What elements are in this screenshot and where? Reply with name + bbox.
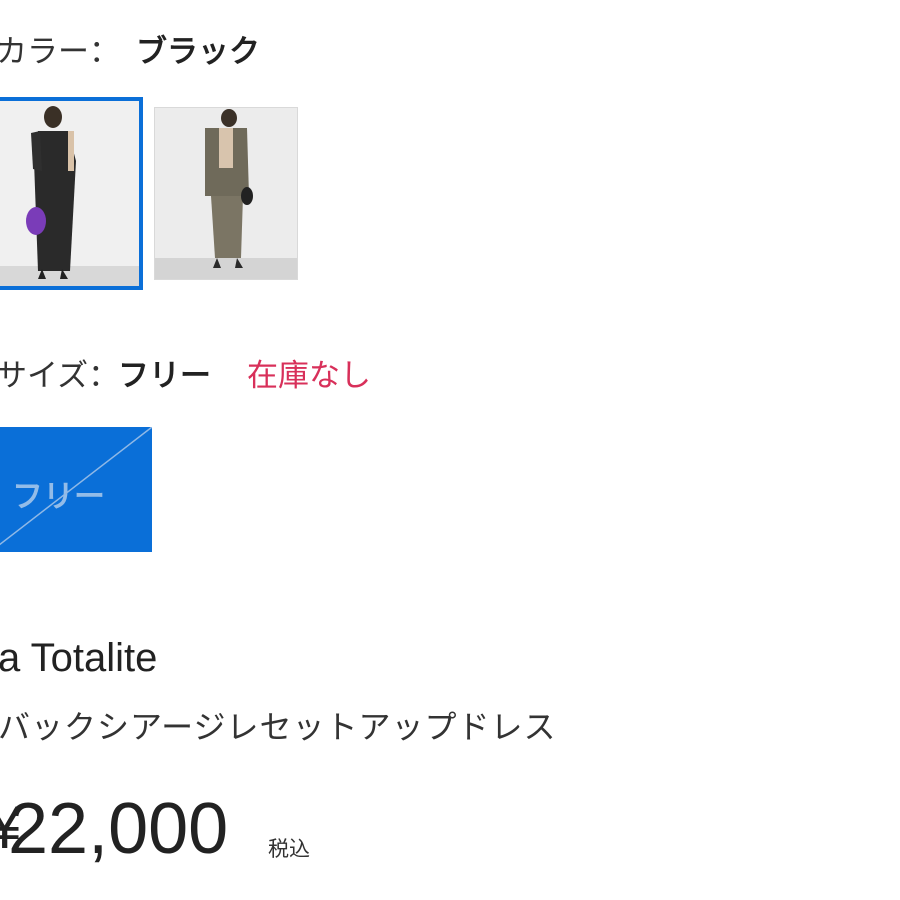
size-value: フリー (118, 358, 211, 394)
size-option-free[interactable]: フリー (0, 427, 152, 552)
color-value: ブラック (136, 34, 260, 70)
stock-status: 在庫なし (247, 358, 371, 394)
price-value: 22,000 (8, 789, 229, 869)
product-name: バックシアージレセットアップドレス (0, 708, 557, 746)
tax-included-label: 税込 (268, 837, 310, 861)
brand-name: a Totalite (0, 636, 158, 680)
size-label: サイズ： (0, 358, 120, 394)
color-label: カラー： (0, 34, 120, 70)
color-swatch-black[interactable] (0, 97, 143, 290)
color-swatch-khaki[interactable] (154, 107, 298, 280)
khaki-dress-image (155, 108, 297, 279)
black-dress-image (0, 101, 139, 286)
sold-out-strike-icon (0, 427, 152, 546)
